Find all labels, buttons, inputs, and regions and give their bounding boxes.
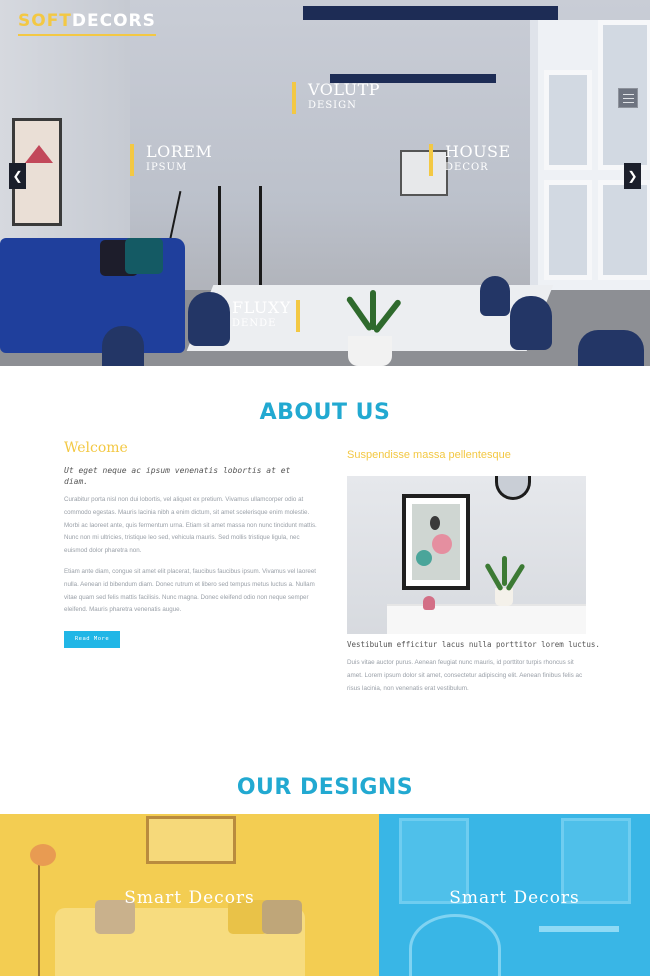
about-paragraph-3: Duis vitae auctor purus. Aenean feugiat … [347, 659, 583, 692]
about-right-title: Suspendisse massa pellentesque [347, 449, 511, 461]
design-card-label: Smart Decors [449, 888, 580, 908]
hero-label-title: FLUXY [232, 298, 291, 317]
welcome-heading: Welcome [64, 440, 128, 456]
chair [510, 296, 552, 350]
chair [578, 330, 644, 366]
wall-frame [146, 816, 236, 864]
plant-leaf [502, 556, 507, 586]
wall-frame [400, 150, 448, 196]
about-paragraph-1: Curabitur porta nisl non dui lobortis, v… [64, 496, 317, 555]
wall-mirror [495, 476, 531, 500]
floor-lamp [38, 854, 40, 976]
plant-leaf [370, 290, 376, 330]
brand-logo[interactable]: SOFTDECORS [18, 10, 156, 36]
plant-leaf [505, 563, 526, 592]
chair [188, 292, 230, 346]
design-card-blue[interactable]: Smart Decors [379, 814, 650, 976]
about-title: ABOUT US [259, 400, 391, 425]
hero-label-sub: DECOR [445, 162, 489, 173]
hero-banner: SOFTDECORS ❮ ❯ VOLUTP DESIGN LOREM IPSUM… [0, 0, 650, 366]
white-cabinet [387, 604, 586, 634]
hero-label-sub: DESIGN [308, 100, 357, 111]
chair [480, 276, 510, 316]
brand-part-2: DECORS [71, 11, 156, 31]
about-paragraph-2: Etiam ante diam, congue sit amet elit pl… [64, 568, 316, 614]
design-card-label: Smart Decors [124, 888, 255, 908]
design-card-yellow[interactable]: Smart Decors [0, 814, 379, 976]
interior-photo [347, 476, 586, 634]
slider-prev-arrow-icon[interactable]: ❮ [9, 163, 26, 189]
pillow [125, 238, 163, 274]
hero-label-sub: IPSUM [146, 162, 188, 173]
photo-caption: Vestibulum efficitur lacus nulla porttit… [347, 640, 600, 649]
hero-label-title: LOREM [146, 142, 213, 161]
hamburger-menu-icon[interactable] [618, 88, 638, 108]
flower-lamp-shade [30, 844, 56, 866]
ceiling-light-bar [303, 6, 558, 20]
hero-label-sub: DENDE [232, 318, 277, 329]
designs-title: OUR DESIGNS [236, 775, 414, 800]
side-table [539, 926, 619, 932]
ladder-shelf [218, 186, 262, 296]
window [530, 20, 650, 290]
plant-leaf [484, 562, 504, 592]
plant-pot [495, 588, 513, 606]
brand-part-1: SOFT [18, 11, 72, 31]
hero-label-title: VOLUTP [308, 80, 381, 99]
chair [409, 914, 501, 976]
chair [102, 326, 144, 366]
welcome-subheading: Ut eget neque ac ipsum venenatis loborti… [64, 466, 291, 486]
read-more-button[interactable]: Read More [64, 631, 120, 648]
framed-art [402, 494, 470, 590]
pink-vase [423, 596, 435, 610]
hero-label-title: HOUSE [445, 142, 511, 161]
plant-pot [348, 336, 392, 366]
slider-next-arrow-icon[interactable]: ❯ [624, 163, 641, 189]
